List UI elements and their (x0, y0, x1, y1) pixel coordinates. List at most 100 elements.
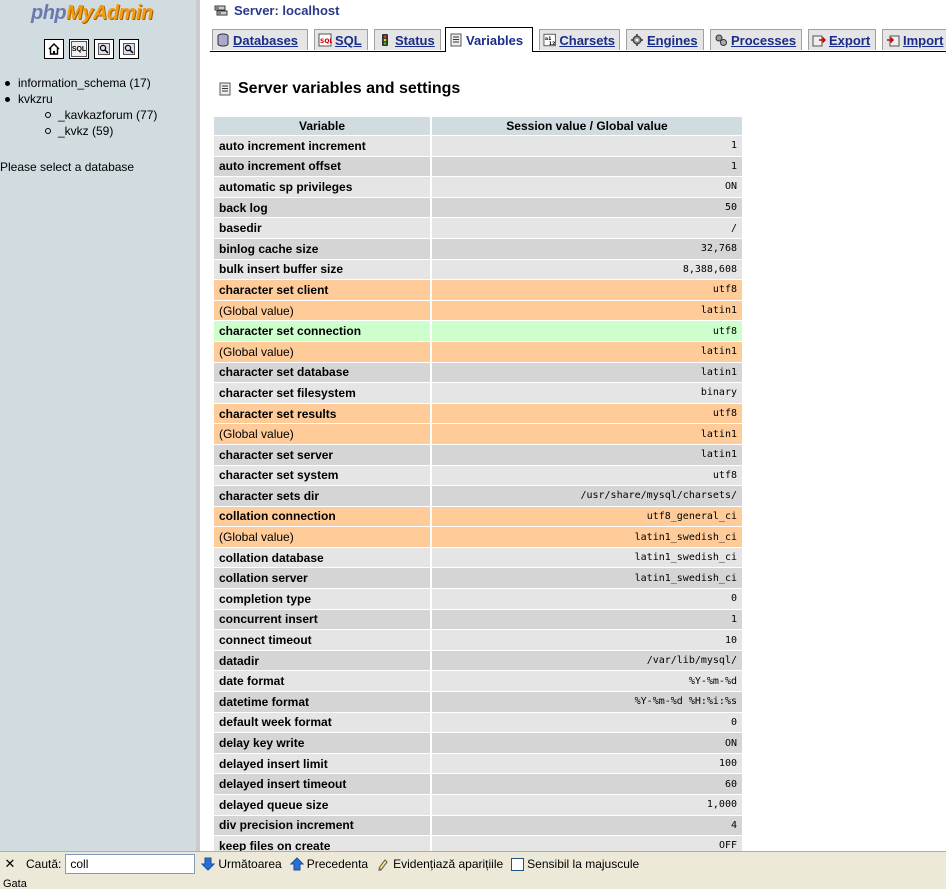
charsets-icon: a112 (543, 33, 556, 47)
tab-variables[interactable]: Variables (445, 27, 533, 52)
variable-row[interactable]: delay key write ON (214, 733, 742, 753)
find-next-button[interactable]: Următoarea (201, 857, 282, 871)
variable-value: utf8 (432, 321, 742, 341)
tab-charsets[interactable]: a1 12 Charsets (539, 29, 620, 50)
variable-name: bulk insert buffer size (214, 259, 430, 280)
variable-value: utf8 (432, 403, 742, 424)
processes-icon (715, 34, 727, 46)
variable-row[interactable]: datadir/var/lib/mysql/ (214, 650, 742, 671)
variable-row[interactable]: collation connection utf8_general_ci (214, 506, 742, 527)
variable-name: character set connection (214, 321, 430, 341)
variable-row[interactable]: bulk insert buffer size 8,388,608 (214, 259, 742, 280)
global-value-row[interactable]: (Global value) latin1_swedish_ci (214, 527, 742, 547)
variables-icon (219, 82, 231, 96)
match-case-checkbox[interactable]: Sensibil la majuscule (511, 857, 639, 871)
variable-row[interactable]: completion type 0 (214, 589, 742, 609)
variable-row[interactable]: character set server latin1 (214, 444, 742, 465)
variable-row[interactable]: character set results utf8 (214, 403, 742, 424)
variable-name: (Global value) (214, 341, 430, 362)
global-value-row[interactable]: (Global value) latin1 (214, 341, 742, 362)
tab-engines[interactable]: Engines (626, 29, 704, 50)
variable-row[interactable]: character set client utf8 (214, 280, 742, 300)
tab-databases[interactable]: Databases (212, 29, 308, 50)
variable-row[interactable]: character set connection utf8 (214, 321, 742, 341)
variable-row[interactable]: date format %Y-%m-%d (214, 671, 742, 692)
variable-name: character set client (214, 280, 430, 300)
variable-row[interactable]: collation database latin1_swedish_ci (214, 547, 742, 568)
variable-row[interactable]: character sets dir/usr/share/mysql/chars… (214, 486, 742, 506)
variable-row[interactable]: character set system utf8 (214, 465, 742, 486)
highlight-all-button[interactable]: Evidențiază aparițiile (376, 857, 503, 871)
database-item[interactable]: _kvkz (59) (0, 123, 157, 139)
database-link[interactable]: information_schema (17) (18, 76, 151, 90)
tab-label: Import (903, 32, 944, 48)
server-label[interactable]: Server: localhost (234, 3, 340, 18)
variable-name: div precision increment (214, 815, 430, 836)
server-icon (214, 5, 228, 15)
variable-row[interactable]: collation server latin1_swedish_ci (214, 568, 742, 589)
variable-row[interactable]: automatic sp privileges ON (214, 177, 742, 197)
variable-row[interactable]: concurrent insert 1 (214, 609, 742, 630)
variable-row[interactable]: back log 50 (214, 197, 742, 218)
import-icon (887, 35, 900, 47)
tab-sql[interactable]: SQL SQL (314, 29, 368, 50)
phpmyadmin-logo[interactable]: phpMyAdmin (31, 2, 153, 25)
query-window-icon[interactable] (94, 39, 114, 59)
variable-row[interactable]: character set filesystem binary (214, 383, 742, 403)
variable-row[interactable]: default week format 0 (214, 712, 742, 733)
export-icon (812, 35, 826, 47)
find-previous-button[interactable]: Precedenta (289, 857, 368, 871)
variable-row[interactable]: delayed queue size 1,000 (214, 795, 742, 815)
tab-label: Processes (731, 32, 797, 48)
arrow-down-icon (201, 857, 216, 871)
variable-row[interactable]: character set database latin1 (214, 362, 742, 383)
variable-row[interactable]: delayed insert limit 100 (214, 753, 742, 774)
tab-label: Variables (466, 32, 524, 48)
variable-name: date format (214, 671, 430, 692)
tab-import[interactable]: Import (882, 29, 946, 50)
tab-status[interactable]: Status (374, 29, 441, 50)
variable-row[interactable]: delayed insert timeout 60 (214, 774, 742, 794)
tab-processes[interactable]: Processes (710, 29, 802, 50)
database-link[interactable]: _kvkz (59) (58, 124, 113, 138)
variable-row[interactable]: keep files on create OFF (214, 836, 742, 851)
tab-export[interactable]: Export (808, 29, 876, 50)
variable-row[interactable]: div precision increment 4 (214, 815, 742, 836)
close-find-bar-icon[interactable]: ✕ (1, 856, 19, 872)
variable-row[interactable]: auto increment increment 1 (214, 136, 742, 156)
sql-query-icon[interactable]: SQL (69, 39, 89, 59)
variable-value: /var/lib/mysql/ (432, 650, 742, 671)
variable-row[interactable]: datetime format %Y-%m-%d %H:%i:%s (214, 692, 742, 712)
variable-name: character set results (214, 403, 430, 424)
tab-label: SQL (335, 32, 362, 48)
database-link[interactable]: _kavkazforum (77) (58, 108, 157, 122)
find-input[interactable] (65, 854, 196, 874)
variable-row[interactable]: auto increment offset 1 (214, 156, 742, 177)
variable-value: 1 (432, 609, 742, 630)
highlight-all-label: Evidențiază aparițiile (393, 857, 504, 871)
checkbox-icon[interactable] (511, 857, 525, 871)
variable-value: 1 (432, 156, 742, 177)
documentation-icon[interactable] (119, 39, 139, 59)
variable-row[interactable]: connect timeout 10 (214, 630, 742, 650)
svg-text:12: 12 (549, 41, 556, 47)
variable-value: 50 (432, 197, 742, 218)
global-value-row[interactable]: (Global value) latin1 (214, 300, 742, 321)
variable-value: /usr/share/mysql/charsets/ (432, 486, 742, 506)
variable-row[interactable]: basedir / (214, 218, 742, 238)
home-icon[interactable] (44, 39, 64, 59)
sql-icon-label: SQL (71, 41, 87, 57)
arrow-up-icon (289, 857, 304, 871)
database-item[interactable]: kvkzru (0, 91, 157, 107)
database-item[interactable]: _kavkazforum (77) (0, 107, 157, 123)
variable-name: delayed insert limit (214, 753, 430, 774)
variable-value: %Y-%m-%d %H:%i:%s (432, 692, 742, 712)
server-header[interactable]: Server: localhost (214, 3, 340, 18)
database-link[interactable]: kvkzru (18, 92, 53, 106)
global-value-row[interactable]: (Global value) latin1 (214, 424, 742, 444)
variable-name: character set system (214, 465, 430, 486)
variable-row[interactable]: binlog cache size 32,768 (214, 238, 742, 259)
database-item[interactable]: information_schema (17) (0, 75, 157, 91)
bullet-icon (5, 81, 10, 86)
variable-name: concurrent insert (214, 609, 430, 630)
